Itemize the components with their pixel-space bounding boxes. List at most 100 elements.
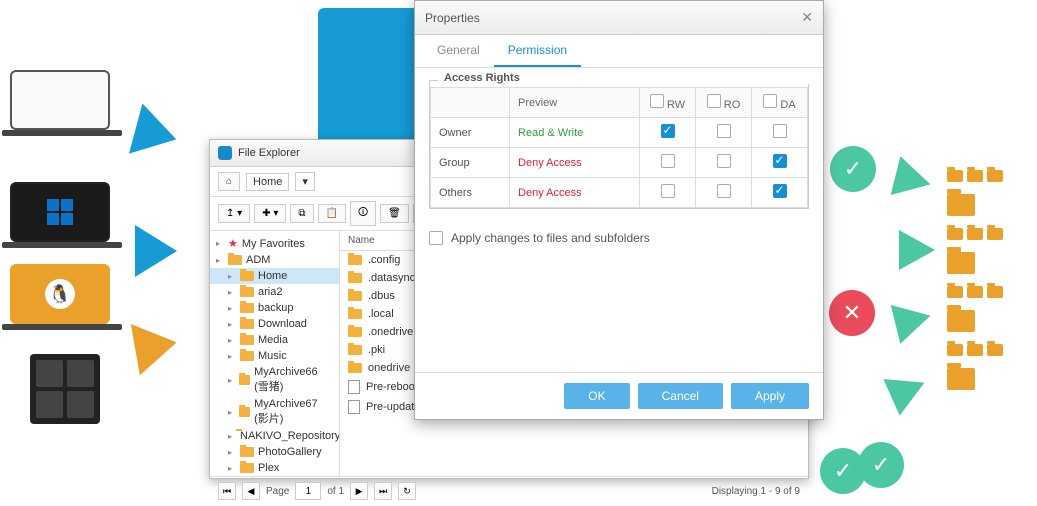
properties-dialog: Properties ✕ General Permission Access R… bbox=[414, 0, 824, 420]
access-rights-legend: Access Rights bbox=[438, 72, 816, 84]
linux-icon: 🐧 bbox=[45, 279, 75, 309]
rights-row: GroupDeny Access bbox=[431, 148, 808, 178]
rights-preview: Deny Access bbox=[510, 148, 640, 178]
destination-folders bbox=[947, 170, 1027, 390]
file-name: .onedrive bbox=[368, 326, 413, 338]
tree-item[interactable]: ▸backup bbox=[210, 300, 339, 316]
delete-button[interactable]: 🗑 bbox=[380, 204, 409, 223]
folder-icon bbox=[240, 319, 254, 329]
new-button[interactable]: ✚ ▾ bbox=[254, 204, 286, 223]
tree-item[interactable]: ▸Home bbox=[210, 268, 339, 284]
arrow-icon bbox=[135, 225, 177, 277]
allow-check-icon: ✓ bbox=[830, 146, 876, 192]
rw-checkbox[interactable] bbox=[661, 124, 675, 138]
file-name: onedrive bbox=[368, 362, 410, 374]
ro-checkbox[interactable] bbox=[717, 184, 731, 198]
ro-checkbox[interactable] bbox=[717, 154, 731, 168]
pager-first-button[interactable]: ⏮ bbox=[218, 482, 236, 500]
cancel-button[interactable]: Cancel bbox=[638, 383, 723, 409]
col-ro: RO bbox=[696, 88, 752, 118]
pager-last-button[interactable]: ⏭ bbox=[374, 482, 392, 500]
col-rw: RW bbox=[640, 88, 696, 118]
tree-item-label: Media bbox=[258, 334, 288, 346]
folder-icon bbox=[228, 255, 242, 265]
zip-file-icon bbox=[348, 400, 360, 414]
folder-icon bbox=[947, 194, 975, 216]
tree-item-label: Download bbox=[258, 318, 307, 330]
tree-item[interactable]: ▸Plex bbox=[210, 460, 339, 476]
allow-check-icon: ✓ bbox=[820, 448, 866, 494]
da-checkbox[interactable] bbox=[773, 154, 787, 168]
tree-item-label: backup bbox=[258, 302, 293, 314]
tree-item[interactable]: ▸MyArchive66 (雪猪) bbox=[210, 364, 339, 396]
folder-icon bbox=[348, 363, 362, 373]
tree-item-label: MyArchive67 (影片) bbox=[254, 398, 333, 426]
upload-button[interactable]: ↥ ▾ bbox=[218, 204, 250, 223]
breadcrumb-segment[interactable]: Home bbox=[246, 173, 289, 191]
zip-file-icon bbox=[348, 380, 360, 394]
paste-button[interactable]: 📋 bbox=[318, 204, 346, 223]
access-rights-fieldset: Access Rights Preview RW RO DA OwnerRead… bbox=[429, 80, 809, 209]
breadcrumb-root-button[interactable]: ⌂ bbox=[218, 172, 240, 191]
checkbox-icon bbox=[763, 94, 777, 108]
da-checkbox[interactable] bbox=[773, 124, 787, 138]
da-checkbox[interactable] bbox=[773, 184, 787, 198]
pager-next-button[interactable]: ▶ bbox=[350, 482, 368, 500]
apply-subfolders-label: Apply changes to files and subfolders bbox=[451, 231, 650, 245]
tab-general[interactable]: General bbox=[423, 35, 494, 67]
pager-page-input[interactable] bbox=[295, 482, 321, 500]
pager-bar: ⏮ ◀ Page of 1 ▶ ⏭ ↻ Displaying 1 - 9 of … bbox=[210, 476, 808, 505]
arrow-icon bbox=[899, 230, 935, 270]
folder-icon bbox=[240, 303, 254, 313]
pager-page-label: Page bbox=[266, 486, 289, 497]
deny-x-icon: ✕ bbox=[829, 290, 875, 336]
close-icon[interactable]: ✕ bbox=[801, 9, 813, 26]
breadcrumb-dropdown[interactable]: ▾ bbox=[295, 172, 315, 191]
access-rights-table: Preview RW RO DA OwnerRead & WriteGroupD… bbox=[430, 87, 808, 208]
tree-item[interactable]: ▸aria2 bbox=[210, 284, 339, 300]
rw-checkbox[interactable] bbox=[661, 154, 675, 168]
star-icon: ★ bbox=[228, 237, 238, 250]
tree-item[interactable]: ▸Download bbox=[210, 316, 339, 332]
tab-permission[interactable]: Permission bbox=[494, 35, 581, 67]
ro-checkbox[interactable] bbox=[717, 124, 731, 138]
dialog-footer: OK Cancel Apply bbox=[415, 372, 823, 419]
tree-item-label: MyArchive66 (雪猪) bbox=[254, 366, 333, 394]
checkbox-icon bbox=[650, 94, 664, 108]
tree-item[interactable]: ▸MyArchive67 (影片) bbox=[210, 396, 339, 428]
rights-row: OthersDeny Access bbox=[431, 178, 808, 208]
folder-icon bbox=[240, 335, 254, 345]
arrow-icon bbox=[883, 364, 932, 415]
tree-item[interactable]: ▸Media bbox=[210, 332, 339, 348]
properties-button[interactable]: 🛈 bbox=[350, 201, 376, 226]
tree-item[interactable]: ▸PhotoGallery bbox=[210, 444, 339, 460]
folder-icon bbox=[348, 273, 362, 283]
tree-item[interactable]: ▸ADM bbox=[210, 252, 339, 268]
nas-device bbox=[30, 354, 100, 424]
rights-preview: Deny Access bbox=[510, 178, 640, 208]
tree-item[interactable]: ▸Music bbox=[210, 348, 339, 364]
arrow-icon bbox=[131, 317, 181, 376]
tree-item[interactable]: ▸NAKIVO_Repository bbox=[210, 428, 339, 444]
folder-icon bbox=[239, 407, 251, 417]
rights-who: Owner bbox=[431, 118, 510, 148]
tree-item-label: Plex bbox=[258, 462, 279, 474]
folder-icon bbox=[947, 368, 975, 390]
folder-icon bbox=[239, 375, 251, 385]
apply-subfolders-checkbox[interactable] bbox=[429, 231, 443, 245]
favorites-root[interactable]: ▸★My Favorites bbox=[210, 235, 339, 252]
windows-icon bbox=[47, 199, 73, 225]
file-name: .local bbox=[368, 308, 394, 320]
copy-button[interactable]: ⧉ bbox=[290, 204, 313, 223]
tree-item-label: aria2 bbox=[258, 286, 282, 298]
folder-icon bbox=[240, 271, 254, 281]
arrow-icon bbox=[891, 156, 936, 204]
rights-row: OwnerRead & Write bbox=[431, 118, 808, 148]
ok-button[interactable]: OK bbox=[564, 383, 629, 409]
rw-checkbox[interactable] bbox=[661, 184, 675, 198]
file-name: .config bbox=[368, 254, 400, 266]
pager-refresh-button[interactable]: ↻ bbox=[398, 482, 416, 500]
dialog-titlebar: Properties ✕ bbox=[415, 1, 823, 35]
apply-button[interactable]: Apply bbox=[731, 383, 809, 409]
pager-prev-button[interactable]: ◀ bbox=[242, 482, 260, 500]
